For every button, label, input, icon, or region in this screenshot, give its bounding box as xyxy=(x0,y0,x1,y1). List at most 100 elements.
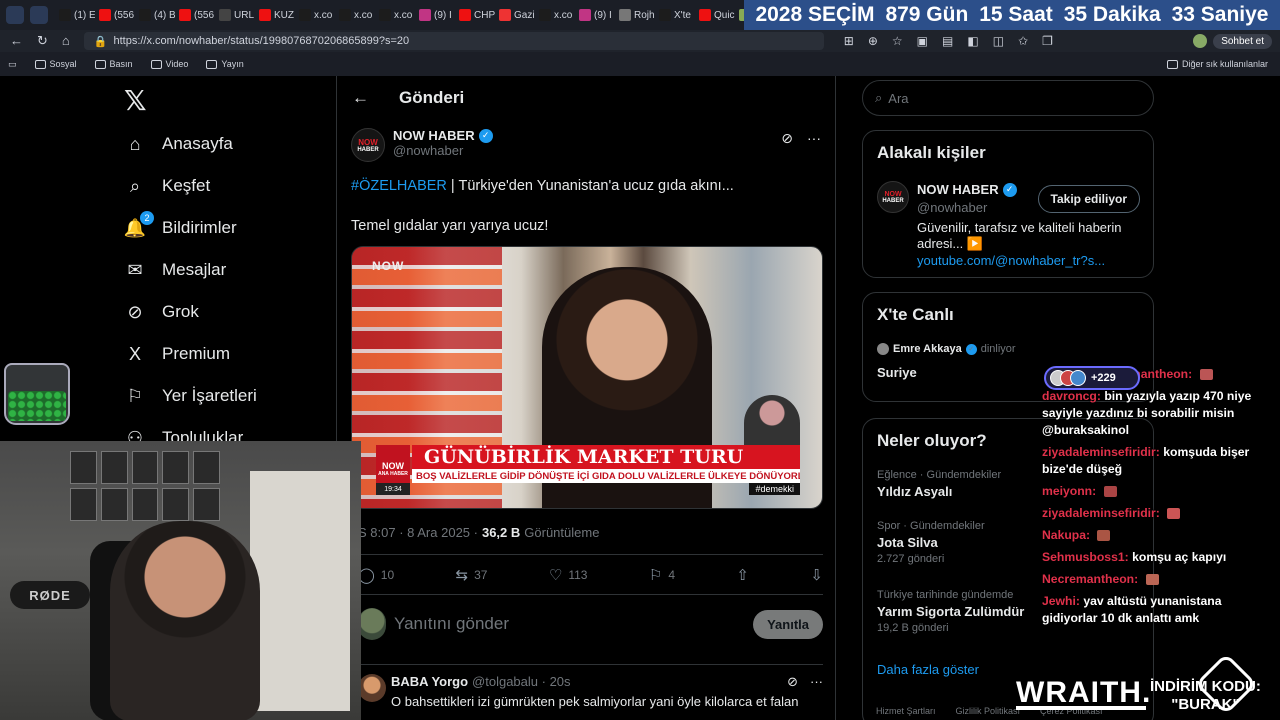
following-button[interactable]: Takip ediliyor xyxy=(1037,185,1140,213)
url-field[interactable]: 🔒 https://x.com/nowhaber/status/19980768… xyxy=(83,32,824,50)
folder-icon xyxy=(1166,59,1178,69)
browser-tab[interactable]: X'te xyxy=(656,3,695,27)
browser-tab[interactable]: x.co xyxy=(376,3,415,27)
browser-tab[interactable]: Quic xyxy=(696,3,735,27)
divider xyxy=(358,594,823,595)
tab-list-icon[interactable] xyxy=(6,6,24,24)
browser-tab[interactable]: (556 xyxy=(96,3,135,27)
chat-message: ziyadaleminsefiridir: komşuda bişer bize… xyxy=(1042,444,1278,478)
sidebar-item-bildirimler[interactable]: 🔔 2 Bildirimler xyxy=(124,208,237,248)
chat-message: Nakupa: xyxy=(1042,527,1278,544)
search-icon: ⌕ xyxy=(875,90,883,105)
repost-icon: ⇆ xyxy=(455,567,469,584)
zoom-icon[interactable]: ⊕ xyxy=(868,34,878,48)
more-options-icon[interactable]: ··· xyxy=(807,130,821,147)
avatar[interactable] xyxy=(1193,34,1208,48)
sidebar-item-label: Bildirimler xyxy=(162,218,237,237)
browser-tab[interactable]: (1) E xyxy=(56,3,95,27)
sidebar-item-keşfet[interactable]: ⌕ Keşfet xyxy=(124,166,210,206)
post-meta: S 8:07 · 8 Ara 2025 · 36,2 B Görüntüleme xyxy=(358,525,599,540)
browser-tab[interactable]: (4) B xyxy=(136,3,175,27)
footer-link[interactable]: Hizmet Şartları xyxy=(876,706,936,716)
address-bar: ← ↻ ⌂ 🔒 https://x.com/nowhaber/status/19… xyxy=(0,30,1280,52)
hashtag-link[interactable]: #ÖZELHABER xyxy=(351,178,447,194)
reply-submit-button[interactable]: Yanıtla xyxy=(753,609,823,639)
copilot-chat-button[interactable]: Sohbet et xyxy=(1213,33,1272,49)
sidebar-item-anasayfa[interactable]: ⌂ Anasayfa xyxy=(124,124,233,164)
browser-tab[interactable]: URL xyxy=(216,3,255,27)
tab-label: X'te xyxy=(674,9,691,21)
post-video[interactable]: NOW NOW ANA HABER GÜNÜBİRLİK MARKET TURU … xyxy=(351,246,823,509)
bookmark-folder[interactable]: Yayın xyxy=(206,59,244,69)
browser-tab[interactable]: Rojh xyxy=(616,3,655,27)
browser-tab[interactable]: (9) I xyxy=(416,3,455,27)
x-logo-icon[interactable]: 𝕏 xyxy=(124,84,147,117)
like-button[interactable]: ♡ 113 xyxy=(549,566,588,584)
reply-input[interactable]: Yanıtını gönder xyxy=(394,614,509,634)
grok-icon[interactable]: ⊘ xyxy=(781,130,793,147)
search-input[interactable]: ⌕ Ara xyxy=(862,80,1154,116)
back-icon[interactable]: ← xyxy=(10,33,23,49)
folder-icon xyxy=(206,59,218,69)
author-handle[interactable]: @nowhaber xyxy=(393,143,493,158)
related-handle[interactable]: @nowhaber xyxy=(917,200,987,215)
workspaces-icon[interactable] xyxy=(30,6,48,24)
collections-icon[interactable]: ❐ xyxy=(1042,34,1053,48)
share-button[interactable]: ⇧ xyxy=(736,566,749,584)
browser-tab[interactable]: x.co xyxy=(336,3,375,27)
related-name[interactable]: NOW HABER ✓ xyxy=(917,182,1017,197)
read-aloud-icon[interactable]: ⊞ xyxy=(844,34,854,48)
refresh-icon[interactable]: ↻ xyxy=(37,33,48,49)
avatar xyxy=(1070,370,1086,386)
sidebar-item-premium[interactable]: X Premium xyxy=(124,334,230,374)
sidebar-item-yer-i-şaretleri[interactable]: ⚐ Yer İşaretleri xyxy=(124,376,257,416)
avatar[interactable]: NOW HABER xyxy=(351,128,385,162)
author-name[interactable]: NOW HABER xyxy=(393,128,475,143)
back-arrow-icon[interactable]: ← xyxy=(352,88,369,108)
browser-tab[interactable]: x.co xyxy=(536,3,575,27)
post-author[interactable]: NOW HABER NOW HABER ✓ @nowhaber xyxy=(351,128,493,162)
avatar[interactable] xyxy=(358,674,386,702)
tab-label: Rojh xyxy=(634,9,655,21)
bookmark-button[interactable]: ⚐ 4 xyxy=(649,566,675,584)
bookmark-folder[interactable]: Video xyxy=(150,59,188,69)
browser-tab[interactable]: (9) I xyxy=(576,3,615,27)
browser-tab[interactable]: KUZ xyxy=(256,3,295,27)
related-link[interactable]: youtube.com/@nowhaber_tr?s... xyxy=(917,253,1105,268)
favorite-star-icon[interactable]: ☆ xyxy=(892,34,903,48)
browser-tab[interactable]: Gazi xyxy=(496,3,535,27)
more-options-icon[interactable]: ··· xyxy=(810,674,823,690)
browser-tab[interactable]: (556 xyxy=(176,3,215,27)
browser-tab[interactable]: x.co xyxy=(296,3,335,27)
download-button[interactable]: ⇩ xyxy=(810,566,823,584)
favorites-icon[interactable]: ✩ xyxy=(1018,34,1028,48)
divider xyxy=(358,664,823,665)
reply-button[interactable]: ◯ 10 xyxy=(358,566,394,584)
home-icon[interactable]: ⌂ xyxy=(62,33,70,49)
split-screen-icon[interactable]: ◫ xyxy=(993,34,1004,48)
tab-favicon-icon xyxy=(99,9,111,21)
extension-icon[interactable]: ▤ xyxy=(942,34,953,48)
grok-icon[interactable]: ⊘ xyxy=(787,674,798,690)
browser-tab[interactable]: CHP xyxy=(456,3,495,27)
show-more-link[interactable]: Daha fazla göster xyxy=(877,662,979,677)
post-timestamp[interactable]: S 8:07 · 8 Ara 2025 · xyxy=(358,525,478,540)
live-host[interactable]: Emre Akkaya ✓ dinliyor xyxy=(877,343,1016,355)
live-topic[interactable]: Suriye xyxy=(877,365,917,380)
reply-author-name[interactable]: BABA Yorgo xyxy=(391,674,468,689)
footer-link[interactable]: Gizlilik Politikası xyxy=(956,706,1021,716)
sponsor-logo: WRAITH. xyxy=(1016,676,1152,709)
repost-button[interactable]: ⇆ 37 xyxy=(456,566,488,584)
tablet-icon[interactable]: ▭ xyxy=(8,59,17,70)
bookmark-folder[interactable]: Sosyal xyxy=(34,59,77,69)
avatar[interactable]: NOW HABER xyxy=(877,181,909,213)
sidebar-item-grok[interactable]: ⊘ Grok xyxy=(124,292,198,332)
sidebar-item-mesajlar[interactable]: ✉ Mesajlar xyxy=(124,250,226,290)
reply-author-handle[interactable]: @tolgabalu · 20s xyxy=(472,674,570,689)
other-bookmarks[interactable]: Diğer sık kullanılanlar xyxy=(1166,59,1268,69)
tab-label: (4) B xyxy=(154,9,175,21)
extension-icon[interactable]: ◧ xyxy=(967,34,978,48)
bookmark-folder[interactable]: Basın xyxy=(94,59,133,69)
emote-icon xyxy=(1199,369,1213,381)
extension-icon[interactable]: ▣ xyxy=(917,34,928,48)
